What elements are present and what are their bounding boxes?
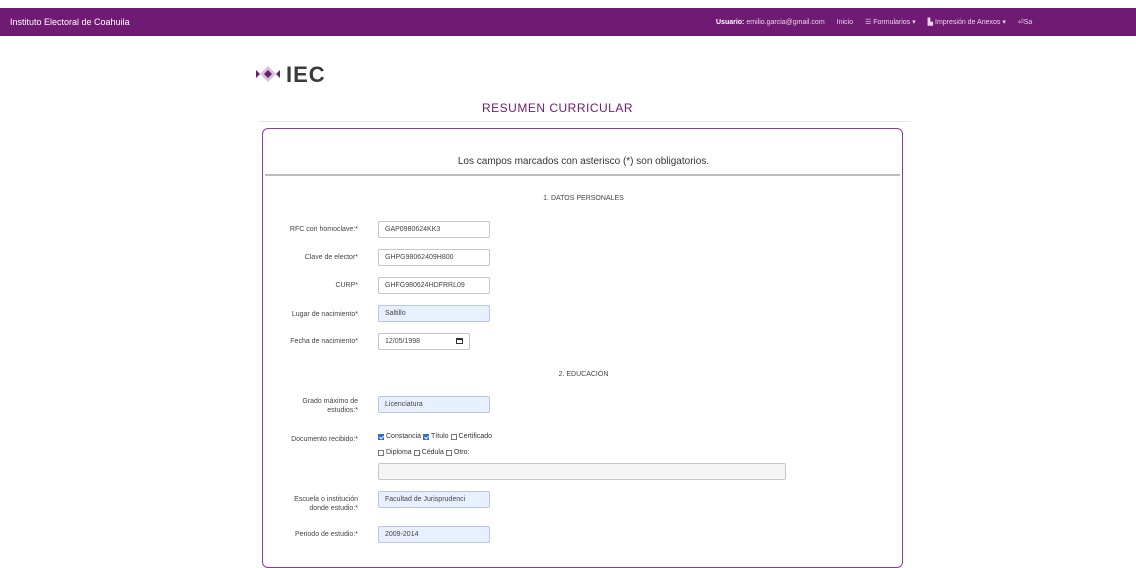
caret-down-icon: ▾ (912, 19, 916, 26)
caret-down-icon: ▾ (1002, 19, 1006, 26)
periodo-label: Periodo de estudio:* (294, 531, 358, 538)
nav-link-inicio[interactable]: Inicio (837, 19, 853, 26)
grado-label: Grado máximo de estudios:* (302, 398, 358, 414)
periodo-input[interactable]: 2009-2014 (378, 526, 490, 543)
nav-link-salir[interactable]: ⏎Sa (1018, 18, 1032, 26)
page-title: RESUMEN CURRICULAR (482, 101, 634, 115)
logo-text: IEC (286, 62, 326, 87)
navbar-user-email: emilio.garcia@gmail.com (746, 18, 825, 26)
curp-label: CURP* (335, 282, 358, 289)
rfc-label: RFC con homoclave:* (289, 226, 358, 233)
clave-elector-label: Clave de elector* (304, 254, 358, 261)
notice-divider (265, 174, 900, 176)
checkbox-diploma[interactable] (378, 449, 384, 456)
navbar-user: Usuario: emilio.garcia@gmail.com (716, 18, 825, 26)
rfc-input[interactable]: GAP0980624KK3 (378, 221, 490, 238)
section-title-educacion: 2. EDUCACIÓN (558, 371, 609, 378)
lugar-nacimiento-input[interactable]: Saltillo (378, 305, 490, 322)
iec-logo-icon (256, 66, 280, 82)
calendar-icon[interactable] (456, 338, 463, 344)
iec-logo: IEC (254, 62, 326, 88)
navbar-menu: Usuario: emilio.garcia@gmail.com Inicio … (716, 8, 1032, 36)
document-icon: ▙ (927, 19, 934, 26)
form-card: Los campos marcados con asterisco (*) so… (262, 128, 903, 568)
curp-input[interactable]: GHFG980624HDFRRL09 (378, 277, 490, 294)
required-notice: Los campos marcados con asterisco (*) so… (457, 156, 710, 167)
documento-options-row2: Diploma Cédula Otro: (378, 449, 469, 456)
grado-input[interactable]: Licenciatura (378, 396, 490, 413)
clave-elector-input[interactable]: GHPG98062409H800 (378, 249, 490, 266)
navbar-brand[interactable]: Instituto Electoral de Coahuila (10, 8, 130, 36)
top-navbar: Instituto Electoral de Coahuila Usuario:… (0, 8, 1136, 36)
escuela-label: Escuela o institución donde estudio:* (294, 496, 358, 512)
otro-documento-input[interactable] (378, 463, 786, 480)
nav-menu-formularios[interactable]: ☰ Formularios ▾ (865, 18, 916, 26)
checkbox-cedula[interactable] (413, 449, 420, 456)
lugar-nacimiento-label: Lugar de nacimiento* (291, 311, 358, 318)
nav-menu-impresion[interactable]: ▙ Impresión de Anexos ▾ (928, 18, 1006, 26)
fecha-nacimiento-input[interactable]: 12/05/1998 (378, 333, 470, 350)
checkbox-constancia[interactable] (378, 433, 384, 440)
documento-options-row1: Constancia Título Certificado (378, 433, 492, 440)
checkbox-otro[interactable] (445, 449, 452, 456)
section-title-datos-personales: 1. DATOS PERSONALES (543, 195, 624, 202)
title-divider (259, 121, 911, 122)
checkbox-titulo[interactable] (423, 433, 430, 440)
escuela-input[interactable]: Facultad de Jurisprudenci (378, 491, 490, 508)
checkbox-certificado[interactable] (450, 433, 457, 440)
documento-label: Documento recibido:* (291, 436, 358, 443)
fecha-nacimiento-value: 12/05/1998 (385, 338, 421, 345)
fecha-nacimiento-label: Fecha de nacimiento* (290, 338, 358, 345)
list-icon: ☰ (865, 19, 872, 26)
